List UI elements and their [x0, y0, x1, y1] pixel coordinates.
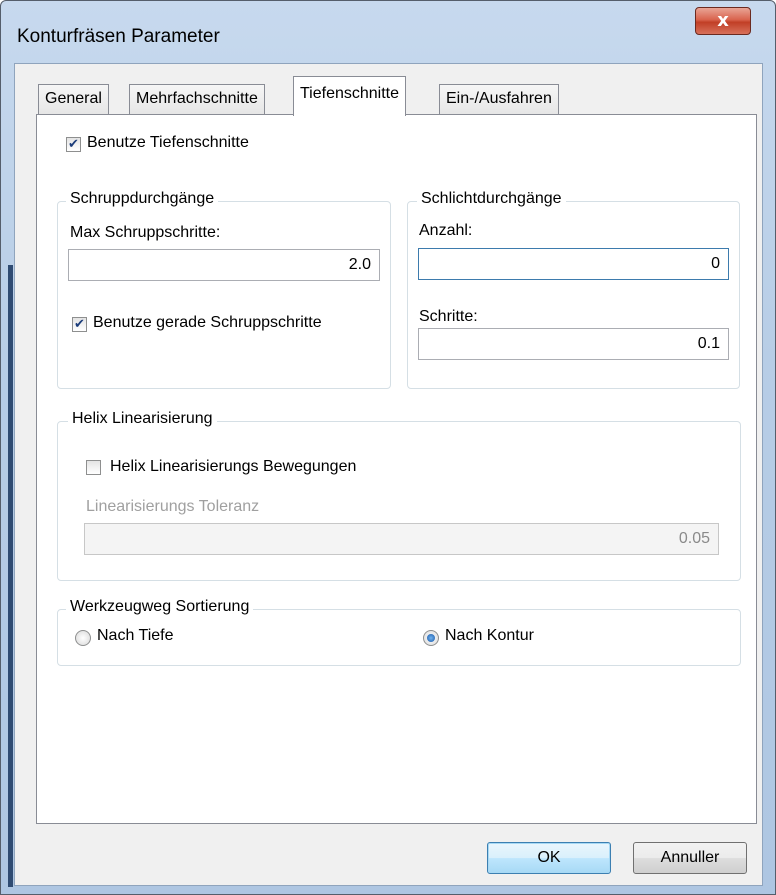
- tab-tiefenschnitte[interactable]: Tiefenschnitte: [293, 76, 407, 116]
- toolpath-sort-title: Werkzeugweg Sortierung: [66, 598, 254, 616]
- linearization-tolerance-input[interactable]: 0.05: [84, 523, 719, 555]
- close-button[interactable]: x: [695, 7, 751, 35]
- radio-selected-dot: [427, 634, 435, 642]
- max-rough-steps-label: Max Schruppschritte:: [70, 224, 221, 241]
- ok-button[interactable]: OK: [487, 842, 611, 874]
- sort-by-depth-radio[interactable]: [75, 630, 91, 646]
- rough-passes-title: Schruppdurchgänge: [66, 190, 219, 208]
- even-rough-steps-checkbox[interactable]: ✔: [72, 317, 87, 332]
- window-title: Konturfräsen Parameter: [17, 26, 220, 47]
- sort-by-depth-label: Nach Tiefe: [97, 627, 174, 644]
- cancel-button[interactable]: Annuller: [633, 842, 747, 874]
- use-depth-cuts-label: Benutze Tiefenschnitte: [87, 134, 249, 151]
- tab-general[interactable]: General: [38, 84, 109, 114]
- checkmark-icon: ✔: [74, 317, 85, 332]
- helix-moves-label: Helix Linearisierungs Bewegungen: [110, 458, 357, 475]
- sort-by-contour-label: Nach Kontur: [445, 627, 534, 644]
- window-left-edge: [8, 265, 13, 887]
- even-rough-steps-label: Benutze gerade Schruppschritte: [93, 314, 322, 331]
- helix-title: Helix Linearisierung: [68, 410, 217, 428]
- linearization-tolerance-label: Linearisierungs Toleranz: [86, 498, 260, 515]
- checkmark-icon: ✔: [68, 137, 79, 152]
- use-depth-cuts-checkbox[interactable]: ✔: [66, 137, 81, 152]
- finish-count-label: Anzahl:: [419, 222, 473, 239]
- max-rough-steps-input[interactable]: 2.0: [68, 249, 380, 281]
- finish-steps-label: Schritte:: [419, 308, 478, 325]
- tab-mehrfachschnitte[interactable]: Mehrfachschnitte: [129, 84, 265, 114]
- finish-passes-title: Schlichtdurchgänge: [417, 190, 566, 208]
- finish-count-input[interactable]: 0: [418, 248, 729, 280]
- helix-moves-checkbox[interactable]: [86, 460, 101, 475]
- sort-by-contour-radio[interactable]: [423, 630, 439, 646]
- tab-ein-ausfahren[interactable]: Ein-/Ausfahren: [439, 84, 559, 114]
- finish-steps-input[interactable]: 0.1: [418, 328, 729, 360]
